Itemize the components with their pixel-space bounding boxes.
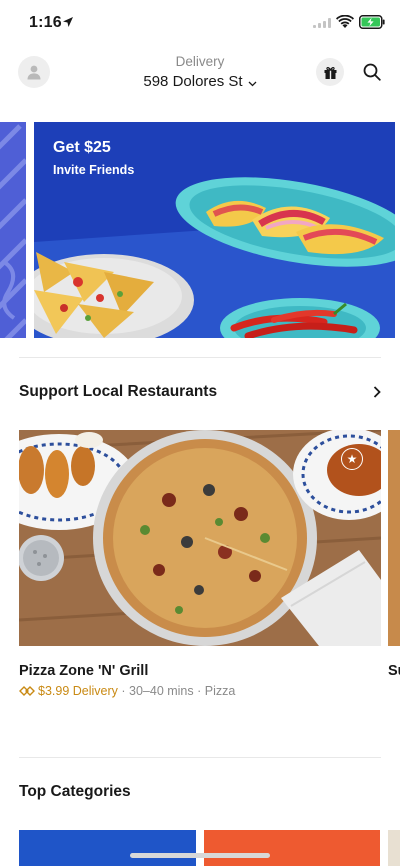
search-icon	[363, 63, 381, 81]
status-time: 1:16	[29, 14, 62, 31]
store-meta: $3.99 Delivery · 30–40 mins · Pizza	[19, 684, 235, 698]
promo-subtitle: Invite Friends	[53, 163, 135, 177]
gift-icon	[324, 66, 336, 79]
delivery-fee: $3.99 Delivery	[38, 684, 118, 698]
promo-card-previous[interactable]	[0, 122, 26, 338]
next-store-name[interactable]: Su	[388, 663, 400, 679]
chevron-down-icon	[248, 74, 257, 91]
location-arrow-icon	[63, 17, 73, 27]
search-button[interactable]	[360, 60, 384, 84]
promo-card-invite[interactable]: Get $25 Invite Friends	[34, 122, 395, 338]
cellular-signal-icon	[313, 18, 331, 28]
section-title-categories: Top Categories	[19, 783, 131, 800]
favorite-star-icon[interactable]: ★	[341, 448, 363, 470]
address-text: 598 Dolores St	[143, 73, 243, 90]
status-bar: 1:16	[0, 0, 400, 46]
dashpass-icon	[19, 686, 35, 696]
store-name[interactable]: Pizza Zone 'N' Grill	[19, 663, 148, 679]
promo-title: Get $25	[53, 139, 111, 156]
home-indicator[interactable]	[130, 853, 270, 858]
category-card[interactable]	[204, 830, 380, 866]
wifi-icon	[336, 15, 354, 28]
category-card[interactable]	[388, 830, 400, 866]
store-card-image[interactable]: ★	[19, 430, 381, 646]
store-details: · 30–40 mins · Pizza	[117, 684, 236, 698]
pizza-image	[19, 430, 381, 646]
section-divider	[19, 357, 381, 358]
section-divider	[19, 757, 381, 758]
gift-button[interactable]	[316, 58, 344, 86]
chevron-right-icon[interactable]	[370, 385, 384, 399]
app-header: Delivery 598 Dolores St	[0, 46, 400, 106]
battery-charging-icon	[359, 15, 385, 29]
store-card-next[interactable]	[388, 430, 400, 646]
promo-pattern-graphic	[0, 124, 26, 338]
section-title-local[interactable]: Support Local Restaurants	[19, 383, 217, 401]
category-card[interactable]	[19, 830, 196, 866]
